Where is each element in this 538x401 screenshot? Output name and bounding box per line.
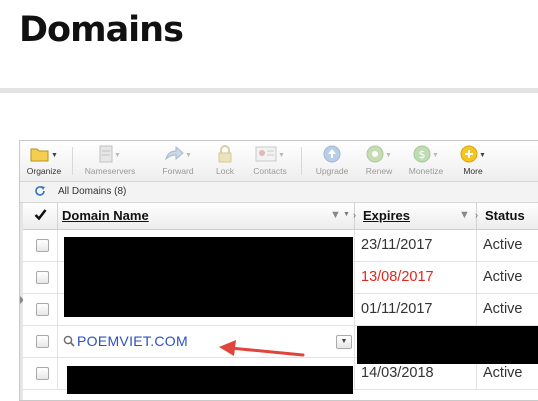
renew-button[interactable]: ▼ Renew (360, 144, 398, 180)
filter-icon[interactable]: ▼ (459, 209, 470, 221)
contacts-button[interactable]: ▼ Contacts (248, 144, 292, 180)
nameservers-button[interactable]: ▼ Nameservers (82, 144, 138, 180)
filter-icon[interactable]: ▼ (330, 209, 341, 221)
server-icon (99, 145, 113, 165)
domain-name-column-header[interactable]: Domain Name ▼ ▼ (57, 203, 355, 229)
dollar-icon: $ (413, 145, 431, 165)
row-menu-button[interactable]: ▼ (336, 335, 352, 349)
expires-cell: 01/11/2017 (354, 294, 477, 325)
domain-link[interactable]: POEMVIET.COM (77, 333, 188, 349)
page-title: Domains (19, 10, 184, 50)
chevron-down-icon: ▼ (432, 151, 439, 159)
upgrade-button[interactable]: Upgrade (310, 144, 354, 180)
row-checkbox[interactable] (36, 367, 49, 380)
table-header: Domain Name ▼ ▼ › Expires ▼ › Status (23, 203, 538, 230)
chevron-right-icon: › (353, 210, 356, 220)
title-divider (0, 88, 538, 93)
magnifier-icon[interactable] (63, 334, 75, 352)
redaction-block (64, 237, 353, 317)
domains-panel: ▼ Organize ▼ Nameservers ▼ Forward Lock … (19, 140, 538, 401)
chevron-down-icon: ▼ (278, 151, 285, 159)
domain-cell: POEMVIET.COM ▼ (57, 326, 355, 357)
more-button[interactable]: ▼ More (454, 144, 492, 180)
svg-text:$: $ (419, 148, 426, 161)
redaction-block (357, 326, 538, 364)
row-checkbox[interactable] (36, 239, 49, 252)
lock-icon (217, 145, 233, 165)
forward-icon (164, 145, 184, 164)
renew-icon (366, 145, 384, 165)
domain-filter-label[interactable]: All Domains (8) (58, 186, 126, 197)
chevron-down-icon: ▼ (385, 151, 392, 159)
status-cell: Active (483, 301, 523, 317)
expires-cell: 23/11/2017 (354, 230, 477, 261)
chevron-down-icon: ▼ (114, 151, 121, 159)
toolbar-separator (301, 147, 302, 175)
chevron-right-icon: › (475, 210, 478, 220)
row-checkbox[interactable] (36, 335, 49, 348)
forward-button[interactable]: ▼ Forward (156, 144, 200, 180)
status-cell: Active (483, 269, 523, 285)
lock-button[interactable]: Lock (210, 144, 240, 180)
chevron-down-icon: ▼ (479, 151, 486, 159)
monetize-button[interactable]: $ ▼ Monetize (404, 144, 448, 180)
chevron-down-icon: ▼ (51, 151, 58, 159)
checkmark-icon (34, 208, 47, 226)
refresh-icon[interactable] (34, 185, 46, 200)
toolbar-separator (72, 147, 73, 175)
expires-cell: 13/08/2017 (354, 262, 477, 293)
toolbar: ▼ Organize ▼ Nameservers ▼ Forward Lock … (20, 141, 538, 182)
row-checkbox[interactable] (36, 271, 49, 284)
status-cell: Active (483, 237, 523, 253)
organize-button[interactable]: ▼ Organize (22, 144, 66, 180)
select-all-column[interactable] (23, 203, 58, 229)
chevron-down-icon: ▼ (185, 151, 192, 159)
folder-icon (30, 146, 50, 164)
upgrade-icon (323, 145, 341, 165)
redaction-block (67, 366, 353, 394)
expires-column-header[interactable]: › Expires ▼ (353, 203, 477, 229)
filter-bar: All Domains (8) (20, 182, 538, 203)
contact-card-icon (255, 146, 277, 164)
plus-circle-icon (460, 145, 478, 165)
row-checkbox[interactable] (36, 303, 49, 316)
chevron-down-icon[interactable]: ▼ (343, 211, 350, 218)
status-column-header[interactable]: › Status (475, 203, 538, 229)
